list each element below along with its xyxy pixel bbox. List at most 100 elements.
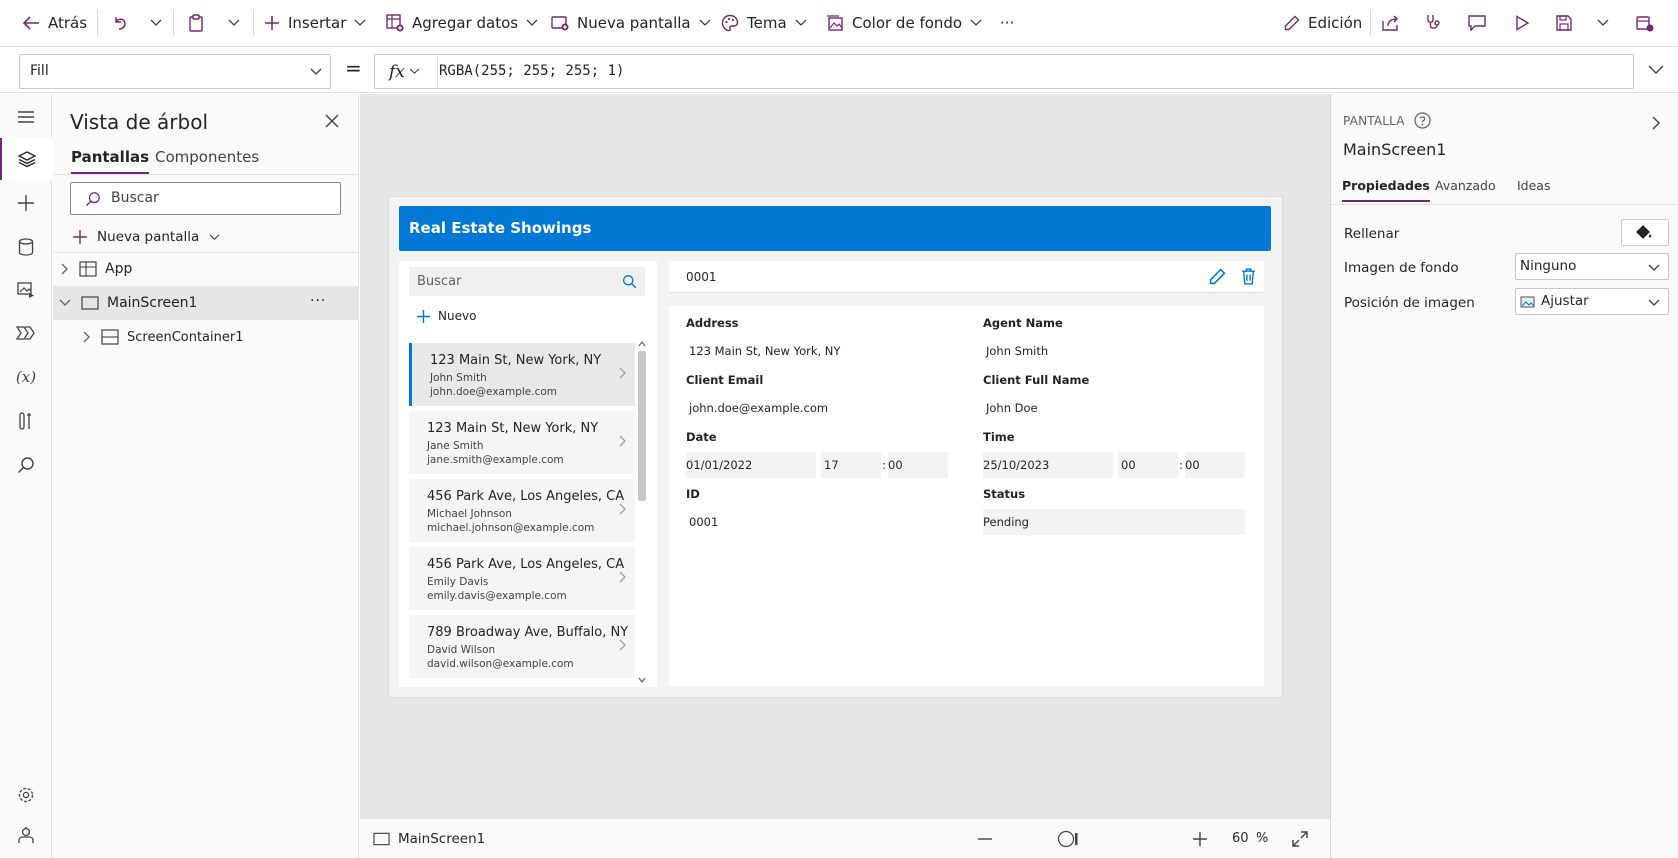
tree-view-button[interactable]: [0, 138, 52, 180]
advanced-tools-button[interactable]: [0, 400, 52, 442]
gallery-item[interactable]: 123 Main St, New York, NY John Smith joh…: [409, 343, 635, 406]
menu-button[interactable]: [0, 96, 52, 138]
tab-advanced[interactable]: Avanzado: [1435, 178, 1496, 200]
edit-mode-button[interactable]: Edición: [1284, 0, 1362, 46]
collapse-panel-icon[interactable]: [1652, 116, 1661, 130]
detail-title-bar: 0001: [669, 261, 1264, 293]
property-selector[interactable]: Fill: [19, 54, 331, 89]
bg-image-dropdown[interactable]: Ninguno: [1515, 253, 1669, 280]
more-options-button[interactable]: ···: [310, 293, 326, 309]
gallery-scrollbar[interactable]: [637, 341, 647, 683]
date-label: Date: [686, 430, 717, 444]
app-screen-preview[interactable]: Real Estate Showings Buscar Nuevo 123 Ma…: [388, 196, 1283, 698]
screen-selector[interactable]: MainScreen1: [373, 819, 485, 858]
chevron-down-icon: [1597, 19, 1609, 26]
zoom-slider-thumb[interactable]: [1057, 830, 1079, 848]
trash-icon[interactable]: [1241, 268, 1256, 285]
new-screen-tree-button[interactable]: Nueva pantalla: [73, 224, 220, 250]
share-button[interactable]: [1382, 0, 1400, 46]
edit-icon[interactable]: [1209, 268, 1226, 285]
tab-screens[interactable]: Pantallas: [71, 148, 150, 174]
search-rail-button[interactable]: [0, 444, 52, 486]
chevron-right-icon: [619, 503, 626, 515]
gallery-item[interactable]: 789 Broadway Ave, Buffalo, NY David Wils…: [409, 615, 635, 678]
undo-button[interactable]: [112, 0, 128, 46]
selected-id: 0001: [686, 270, 717, 284]
tree-item-app[interactable]: App: [53, 252, 359, 286]
tree-item-screencontainer1[interactable]: ScreenContainer1: [53, 320, 359, 354]
theme-button[interactable]: Tema: [721, 0, 807, 46]
save-menu-button[interactable]: [1597, 0, 1609, 46]
bot-icon: [18, 827, 34, 843]
image-fit-icon: [1520, 295, 1535, 308]
status-value[interactable]: Pending: [983, 509, 1245, 535]
app-header: Real Estate Showings: [399, 206, 1271, 251]
background-color-button[interactable]: Color de fondo: [826, 0, 982, 46]
tab-ideas[interactable]: Ideas: [1517, 178, 1550, 200]
media-button[interactable]: [0, 269, 52, 311]
search-icon: [85, 192, 100, 207]
power-automate-button[interactable]: [0, 312, 52, 354]
chevron-down-icon: [795, 19, 807, 26]
date-hour-dropdown[interactable]: 17: [821, 452, 881, 478]
insert-rail-button[interactable]: [0, 182, 52, 224]
gear-icon: [18, 787, 34, 803]
more-commands-button[interactable]: ···: [1000, 0, 1014, 46]
close-icon[interactable]: [325, 114, 339, 128]
zoom-out-icon[interactable]: [978, 838, 992, 840]
divider: [1331, 204, 1678, 205]
data-button[interactable]: [0, 226, 52, 268]
database-icon: [18, 238, 34, 256]
gallery-item[interactable]: 123 Main St, New York, NY Jane Smith jan…: [409, 411, 635, 474]
virtual-agent-button[interactable]: [0, 814, 52, 856]
clipboard-icon: [189, 14, 203, 32]
time-hour-dropdown[interactable]: 00: [1118, 452, 1178, 478]
scroll-up-icon[interactable]: [638, 341, 646, 347]
comments-button[interactable]: [1468, 0, 1486, 46]
fill-color-picker[interactable]: [1621, 219, 1669, 246]
image-position-dropdown[interactable]: Ajustar: [1515, 288, 1669, 315]
equals-sign: =: [345, 56, 362, 80]
gallery-search-input[interactable]: Buscar: [409, 267, 645, 296]
agent-label: Agent Name: [983, 316, 1063, 330]
undo-icon: [115, 17, 126, 30]
time-minute-dropdown[interactable]: 00: [1185, 452, 1245, 478]
chevron-down-icon: [1648, 299, 1660, 306]
publish-button[interactable]: [1636, 0, 1654, 46]
flow-icon: [16, 326, 35, 340]
settings-button[interactable]: [0, 774, 52, 816]
formula-input[interactable]: fx RGBA(255; 255; 255; 1): [374, 54, 1634, 89]
new-screen-button[interactable]: Nueva pantalla: [551, 0, 711, 46]
tab-components[interactable]: Componentes: [155, 148, 259, 172]
tree-item-mainscreen1[interactable]: MainScreen1 ···: [53, 286, 359, 320]
fit-to-window-icon[interactable]: [1292, 831, 1308, 847]
client-label: Client Full Name: [983, 373, 1090, 387]
expand-formula-icon[interactable]: [1648, 65, 1664, 75]
undo-menu-button[interactable]: [150, 0, 162, 46]
save-button[interactable]: [1556, 0, 1572, 46]
properties-panel: PANTALLA MainScreen1 Propiedades Avanzad…: [1330, 94, 1678, 858]
scroll-down-icon[interactable]: [638, 677, 646, 683]
help-icon[interactable]: [1414, 112, 1431, 129]
time-date-picker[interactable]: 25/10/2023: [983, 452, 1113, 478]
gallery-item[interactable]: 456 Park Ave, Los Angeles, CA Emily Davi…: [409, 547, 635, 610]
variables-button[interactable]: (x): [0, 356, 52, 398]
tab-properties[interactable]: Propiedades: [1342, 178, 1430, 202]
divider: [1370, 10, 1371, 36]
paste-button[interactable]: [188, 0, 204, 46]
tree-search-input[interactable]: Buscar: [70, 182, 341, 215]
zoom-in-icon[interactable]: [1193, 832, 1207, 846]
date-minute-dropdown[interactable]: 00: [888, 452, 948, 478]
app-checker-button[interactable]: [1425, 0, 1443, 46]
insert-button[interactable]: Insertar: [264, 0, 366, 46]
back-button[interactable]: Atrás: [22, 0, 87, 46]
fx-button[interactable]: fx: [389, 55, 420, 88]
paste-menu-button[interactable]: [228, 0, 240, 46]
gallery-item[interactable]: 456 Park Ave, Los Angeles, CA Michael Jo…: [409, 479, 635, 542]
chevron-down-icon: [209, 233, 220, 240]
preview-button[interactable]: [1514, 0, 1530, 46]
new-record-button[interactable]: Nuevo: [417, 309, 476, 323]
scrollbar-thumb[interactable]: [638, 351, 646, 501]
add-data-button[interactable]: Agregar datos: [386, 0, 538, 46]
date-picker[interactable]: 01/01/2022: [686, 452, 816, 478]
